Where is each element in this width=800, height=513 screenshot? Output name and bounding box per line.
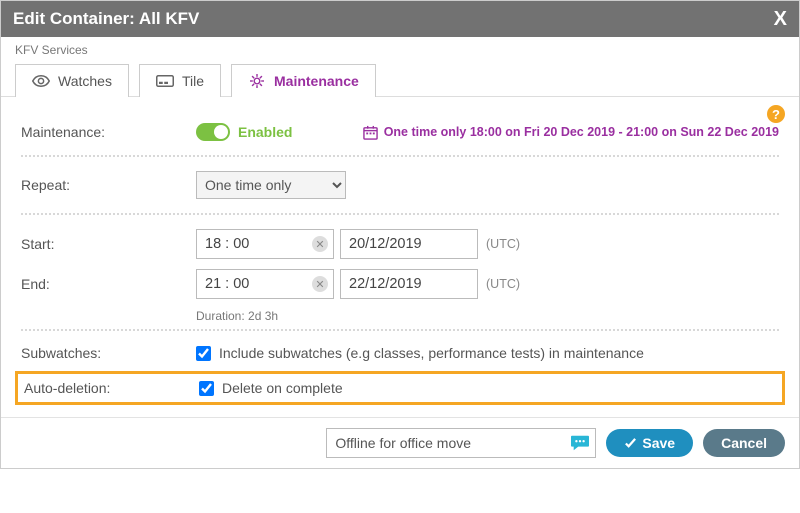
tabs: Watches Tile Maintenance [1,63,799,97]
calendar-icon [363,125,378,140]
clear-icon[interactable]: ✕ [312,276,328,292]
label-autodeletion: Auto-deletion: [24,380,199,396]
tab-maintenance[interactable]: Maintenance [231,64,376,97]
divider [21,329,779,331]
label-end: End: [21,276,196,292]
row-end: End: ✕ (UTC) [21,267,779,307]
cancel-label: Cancel [721,435,767,451]
autodeletion-text: Delete on complete [222,380,343,396]
edit-container-dialog: Edit Container: All KFV X KFV Services W… [0,0,800,469]
clear-icon[interactable]: ✕ [312,236,328,252]
summary-text: One time only 18:00 on Fri 20 Dec 2019 -… [384,125,779,139]
comment-input[interactable] [326,428,596,458]
autodeletion-checkbox-wrap[interactable]: Delete on complete [199,380,343,396]
start-date-input[interactable] [340,229,478,259]
tab-label: Maintenance [274,73,359,89]
autodeletion-highlight: Auto-deletion: Delete on complete [15,371,785,405]
autodeletion-checkbox[interactable] [199,381,214,396]
comment-icon [570,434,590,452]
label-repeat: Repeat: [21,177,196,193]
row-maintenance: Maintenance: Enabled One time only 18:00… [21,115,779,149]
tab-tile[interactable]: Tile [139,64,221,97]
maintenance-toggle[interactable] [196,123,230,141]
help-icon[interactable]: ? [767,105,785,123]
label-start: Start: [21,236,196,252]
close-icon[interactable]: X [774,9,787,29]
gear-icon [248,74,266,88]
end-date-input[interactable] [340,269,478,299]
end-tz: (UTC) [486,277,520,291]
subwatches-checkbox-wrap[interactable]: Include subwatches (e.g classes, perform… [196,345,644,361]
repeat-select[interactable]: One time only [196,171,346,199]
label-subwatches: Subwatches: [21,345,196,361]
breadcrumb: KFV Services [1,37,799,63]
check-icon [624,437,637,450]
label-maintenance: Maintenance: [21,124,196,140]
content-pane: ? Maintenance: Enabled One time only 18:… [1,97,799,417]
tab-watches[interactable]: Watches [15,64,129,97]
divider [21,213,779,215]
divider [21,155,779,157]
subwatches-checkbox[interactable] [196,346,211,361]
schedule-summary: One time only 18:00 on Fri 20 Dec 2019 -… [363,125,779,140]
save-label: Save [642,435,675,451]
dialog-title: Edit Container: All KFV [13,9,199,29]
tile-icon [156,74,174,88]
row-start: Start: ✕ (UTC) [21,221,779,267]
tab-label: Watches [58,73,112,89]
row-subwatches: Subwatches: Include subwatches (e.g clas… [21,337,779,369]
eye-icon [32,74,50,88]
titlebar: Edit Container: All KFV X [1,1,799,37]
cancel-button[interactable]: Cancel [703,429,785,457]
dialog-footer: Save Cancel [1,417,799,468]
duration-text: Duration: 2d 3h [196,309,779,323]
start-tz: (UTC) [486,237,520,251]
toggle-state: Enabled [238,124,292,140]
save-button[interactable]: Save [606,429,693,457]
row-repeat: Repeat: One time only [21,163,779,207]
subwatches-text: Include subwatches (e.g classes, perform… [219,345,644,361]
tab-label: Tile [182,73,204,89]
